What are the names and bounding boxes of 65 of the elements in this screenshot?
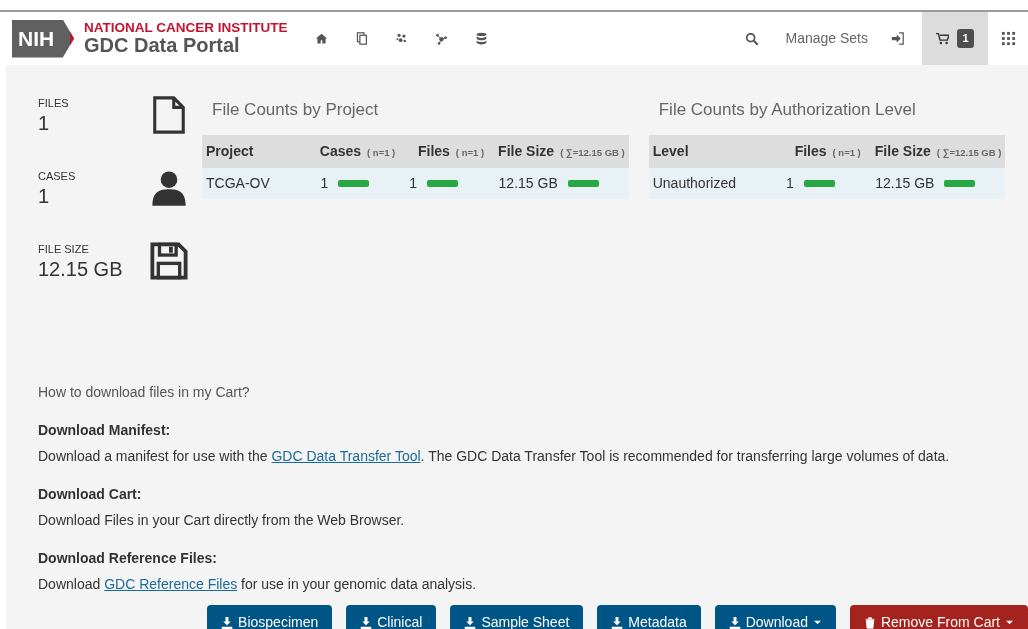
- table-cell: 1: [786, 174, 794, 191]
- table-cell: 1: [320, 174, 329, 191]
- download-icon: [728, 616, 741, 629]
- table-title: File Counts by Authorization Level: [658, 99, 917, 121]
- manage-sets-link[interactable]: Manage Sets: [771, 12, 882, 65]
- stat-label: FILES: [38, 96, 69, 111]
- link[interactable]: GDC Data Transfer Tool: [271, 448, 421, 464]
- search-icon[interactable]: [744, 31, 759, 46]
- institute-name: NATIONAL CANCER INSTITUTE: [84, 20, 288, 35]
- column-header: File Size: [498, 142, 555, 159]
- column-header: Level: [652, 142, 689, 159]
- section-heading: Download Cart:: [38, 485, 143, 504]
- table-title: File Counts by Project: [212, 99, 380, 121]
- column-header: Files: [794, 142, 827, 159]
- description-text: Download a manifest for use with the GDC Data Transfer Tool. The GDC Data Transfer Tool is recommended for transferring large volumes of data.: [38, 447, 951, 466]
- remove-button[interactable]: Remove From Cart: [849, 605, 1028, 629]
- network-icon[interactable]: [435, 32, 448, 45]
- cart-tab[interactable]: 1: [922, 12, 988, 65]
- link[interactable]: GDC Reference Files: [104, 576, 238, 592]
- login-icon[interactable]: [890, 32, 904, 45]
- portal-title[interactable]: GDC Data Portal: [84, 34, 288, 57]
- column-header: Files: [417, 142, 450, 159]
- column-note: ( n=1 ): [367, 146, 396, 158]
- help-text: How to download files in my Cart?: [38, 383, 251, 402]
- column-note: ( ∑=12.15 GB ): [560, 146, 625, 158]
- files-icon[interactable]: [355, 32, 368, 45]
- apps-grid-icon[interactable]: [1000, 31, 1016, 46]
- section-heading: Download Manifest:: [38, 421, 172, 440]
- column-header: Cases: [319, 142, 362, 159]
- description-text: Download GDC Reference Files for use in your genomic data analysis.: [38, 575, 478, 594]
- table-cell: TCGA-OV: [206, 174, 270, 191]
- cart-icon: [936, 32, 950, 45]
- stat-value: 1: [38, 184, 51, 207]
- trash-icon: [863, 616, 876, 629]
- column-note: ( n=1 ): [455, 146, 485, 158]
- download-icon: [360, 616, 373, 629]
- column-note: ( n=1 ): [832, 146, 861, 158]
- download-icon: [221, 616, 234, 629]
- database-icon[interactable]: [475, 32, 488, 45]
- download-button[interactable]: Download: [714, 605, 836, 629]
- table-cell: 1: [409, 174, 418, 191]
- download-button[interactable]: Sample Sheet: [450, 605, 584, 629]
- stat-label: FILE SIZE: [38, 242, 90, 257]
- table-cell: 12.15 GB: [498, 174, 558, 191]
- download-icon: [464, 616, 477, 629]
- download-icon: [611, 616, 624, 629]
- cart-count-badge: 1: [957, 29, 974, 48]
- nih-logo[interactable]: NIH: [12, 19, 74, 58]
- section-heading: Download Reference Files:: [38, 549, 218, 568]
- table-cell: Unauthorized: [652, 174, 736, 191]
- stat-label: CASES: [38, 169, 76, 184]
- file-icon: [150, 95, 188, 135]
- column-header: File Size: [874, 142, 931, 159]
- stat-value: 12.15 GB: [38, 257, 123, 280]
- table-cell: 12.15 GB: [875, 174, 935, 191]
- download-button[interactable]: Clinical: [346, 605, 437, 629]
- download-button[interactable]: Metadata: [597, 605, 701, 629]
- person-icon: [150, 168, 188, 208]
- home-icon[interactable]: [315, 32, 328, 45]
- column-note: ( ∑=12.15 GB ): [936, 146, 1002, 158]
- stat-value: 1: [38, 111, 51, 134]
- description-text: Download Files in your Cart directly from the Web Browser.: [38, 511, 406, 530]
- dots-icon[interactable]: [395, 32, 408, 45]
- column-header: Project: [206, 142, 254, 159]
- download-button[interactable]: Biospecimen: [207, 605, 333, 629]
